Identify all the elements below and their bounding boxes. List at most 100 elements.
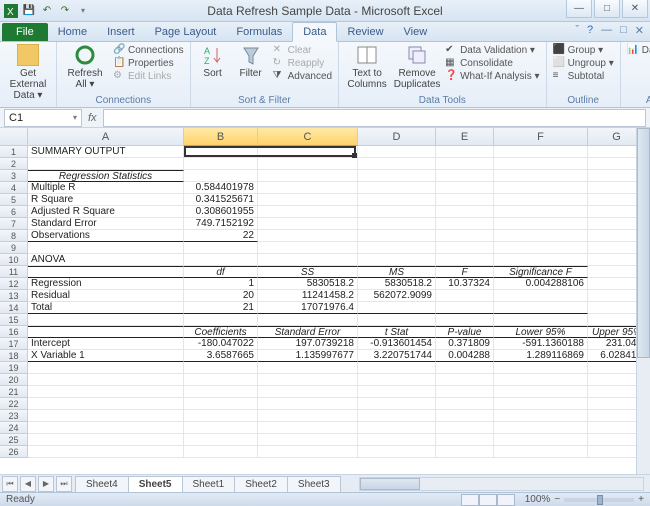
cell[interactable]: [358, 230, 436, 242]
cell[interactable]: ANOVA: [28, 254, 184, 266]
cell[interactable]: [436, 194, 494, 206]
row-header-6[interactable]: 6: [0, 206, 28, 218]
cell[interactable]: [436, 374, 494, 386]
cell[interactable]: Residual: [28, 290, 184, 302]
sheet-tab-sheet4[interactable]: Sheet4: [75, 476, 129, 492]
col-header-A[interactable]: A: [28, 128, 184, 146]
cell[interactable]: -180.047022: [184, 338, 258, 350]
data-validation-button[interactable]: ✔Data Validation ▾: [445, 44, 540, 56]
row-header-19[interactable]: 19: [0, 362, 28, 374]
cell[interactable]: 562072.9099: [358, 290, 436, 302]
reapply-button[interactable]: ↻Reapply: [273, 57, 332, 69]
cell[interactable]: -0.913601454: [358, 338, 436, 350]
cell[interactable]: [436, 410, 494, 422]
cell[interactable]: [494, 158, 588, 170]
cell[interactable]: [184, 146, 258, 158]
cell[interactable]: [358, 386, 436, 398]
qat-more-icon[interactable]: ▾: [76, 4, 90, 18]
cell[interactable]: [28, 374, 184, 386]
cell[interactable]: 0.341525671: [184, 194, 258, 206]
cell[interactable]: [436, 206, 494, 218]
row-header-25[interactable]: 25: [0, 434, 28, 446]
cell[interactable]: [28, 386, 184, 398]
cell[interactable]: [494, 374, 588, 386]
cell[interactable]: [494, 182, 588, 194]
cell[interactable]: [436, 302, 494, 314]
row-header-20[interactable]: 20: [0, 374, 28, 386]
cell[interactable]: 5830518.2: [358, 278, 436, 290]
cell[interactable]: [258, 170, 358, 182]
text-to-columns-button[interactable]: Text to Columns: [345, 44, 389, 90]
cell[interactable]: 0.004288: [436, 350, 494, 362]
cell[interactable]: [258, 206, 358, 218]
cell[interactable]: Regression Statistics: [28, 170, 184, 182]
cell[interactable]: [436, 446, 494, 458]
redo-icon[interactable]: ↷: [58, 4, 72, 18]
cell[interactable]: [358, 218, 436, 230]
cell[interactable]: [436, 146, 494, 158]
cell[interactable]: [28, 314, 184, 326]
col-header-C[interactable]: C: [258, 128, 358, 146]
worksheet-grid[interactable]: ABCDEFGH 1234567891011121314151617181920…: [0, 128, 650, 458]
cell[interactable]: 3.6587665: [184, 350, 258, 362]
sheet-tab-sheet3[interactable]: Sheet3: [287, 476, 341, 492]
what-if-button[interactable]: ❓What-If Analysis ▾: [445, 70, 540, 82]
connections-button[interactable]: 🔗Connections: [113, 44, 184, 56]
cell[interactable]: [258, 182, 358, 194]
cell[interactable]: 21: [184, 302, 258, 314]
cell[interactable]: [184, 158, 258, 170]
zoom-in-button[interactable]: +: [638, 494, 644, 505]
select-all-corner[interactable]: [0, 128, 28, 146]
cell[interactable]: Standard Error: [28, 218, 184, 230]
undo-icon[interactable]: ↶: [40, 4, 54, 18]
cell[interactable]: X Variable 1: [28, 350, 184, 362]
zoom-out-button[interactable]: −: [554, 494, 560, 505]
cell[interactable]: [258, 362, 358, 374]
cell[interactable]: [494, 410, 588, 422]
sheet-tab-sheet1[interactable]: Sheet1: [182, 476, 236, 492]
subtotal-button[interactable]: ≡Subtotal: [553, 70, 614, 82]
cell[interactable]: [358, 410, 436, 422]
zoom-level[interactable]: 100%: [525, 494, 551, 505]
cell[interactable]: [258, 434, 358, 446]
row-header-3[interactable]: 3: [0, 170, 28, 182]
cell[interactable]: 0.308601955: [184, 206, 258, 218]
formula-input[interactable]: [103, 109, 646, 127]
vertical-scrollbar[interactable]: [636, 128, 650, 474]
cell[interactable]: Standard Error: [258, 326, 358, 338]
row-header-14[interactable]: 14: [0, 302, 28, 314]
cell[interactable]: 1.135997677: [258, 350, 358, 362]
cell[interactable]: [436, 386, 494, 398]
row-header-15[interactable]: 15: [0, 314, 28, 326]
cell[interactable]: [358, 242, 436, 254]
doc-min-icon[interactable]: —: [601, 24, 612, 37]
properties-button[interactable]: 📋Properties: [113, 57, 184, 69]
cell[interactable]: [436, 230, 494, 242]
row-header-24[interactable]: 24: [0, 422, 28, 434]
cell[interactable]: [258, 158, 358, 170]
cell[interactable]: [358, 302, 436, 314]
cell[interactable]: t Stat: [358, 326, 436, 338]
cell[interactable]: [28, 398, 184, 410]
cell[interactable]: [494, 290, 588, 302]
cell[interactable]: [184, 242, 258, 254]
sheet-nav-prev[interactable]: ◀: [20, 476, 36, 492]
cell[interactable]: 0.371809: [436, 338, 494, 350]
ribbon-minimize-icon[interactable]: ˇ: [575, 24, 579, 37]
cell[interactable]: MS: [358, 266, 436, 278]
col-header-D[interactable]: D: [358, 128, 436, 146]
cell[interactable]: [258, 230, 358, 242]
cell[interactable]: [184, 254, 258, 266]
cell[interactable]: Coefficients: [184, 326, 258, 338]
data-analysis-button[interactable]: 📊Data Analysis: [627, 44, 650, 56]
cell[interactable]: [358, 398, 436, 410]
advanced-button[interactable]: ⧩Advanced: [273, 70, 332, 82]
cell[interactable]: [436, 170, 494, 182]
cell[interactable]: [494, 446, 588, 458]
cell[interactable]: [358, 314, 436, 326]
minimize-button[interactable]: —: [566, 0, 592, 18]
cell[interactable]: Regression: [28, 278, 184, 290]
cell[interactable]: [494, 230, 588, 242]
cell[interactable]: [436, 158, 494, 170]
cell[interactable]: [258, 398, 358, 410]
